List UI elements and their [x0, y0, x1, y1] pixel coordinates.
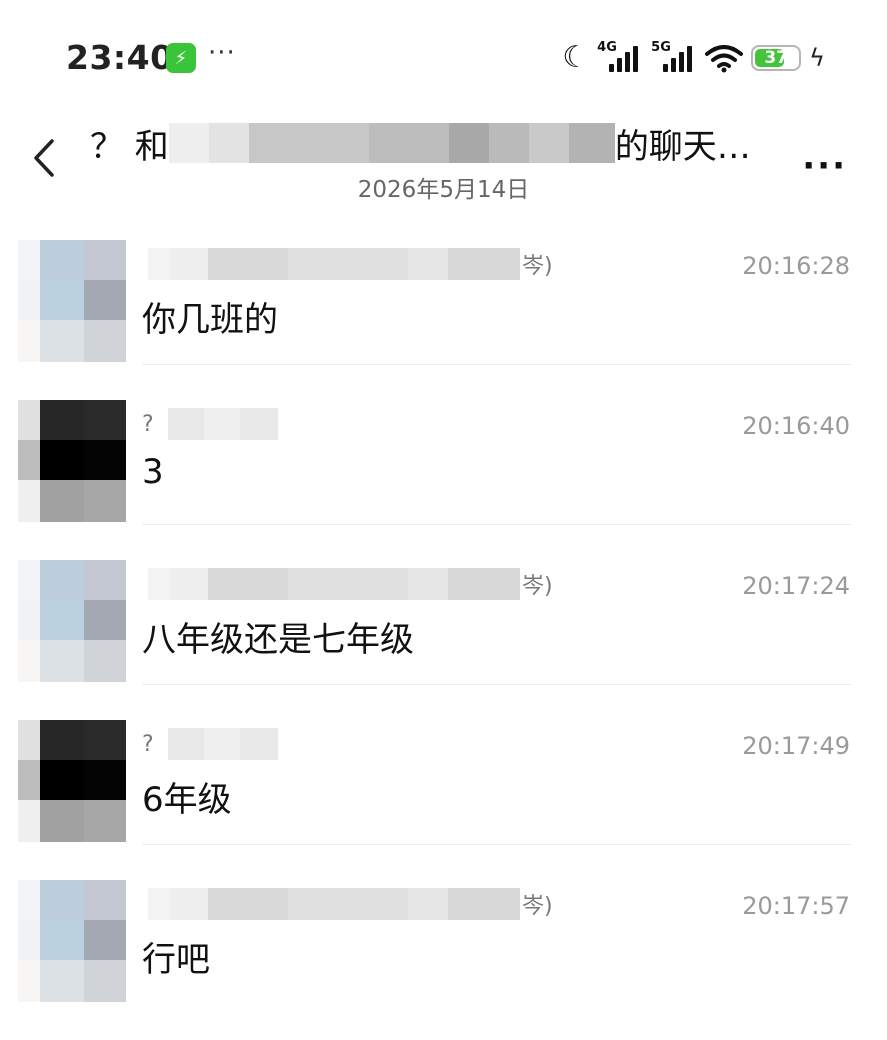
message-row[interactable]: ? 20:16:40 3 — [0, 400, 887, 560]
message-text[interactable]: 6年级 — [142, 772, 232, 821]
message-timestamp: 20:17:57 — [742, 892, 850, 920]
avatar[interactable] — [18, 880, 126, 1002]
message-row[interactable]: 岑) 20:17:57 行吧 — [0, 880, 887, 1040]
message-timestamp: 20:17:24 — [742, 572, 850, 600]
chat-title: ？ 和 的聊天… — [90, 120, 751, 167]
redacted-name-blur — [168, 123, 615, 163]
redacted-sender-blur — [148, 568, 520, 600]
sender-suffix: 岑) — [522, 574, 553, 599]
divider — [142, 364, 851, 365]
avatar[interactable] — [18, 560, 126, 682]
more-options-icon[interactable]: ··· — [802, 146, 847, 186]
status-more-icon: ··· — [208, 38, 236, 68]
charging-app-icon: ⚡ — [166, 43, 196, 73]
message-text[interactable]: 八年级还是七年级 — [142, 612, 414, 661]
signal-5g-icon: 5G — [651, 40, 697, 74]
message-timestamp: 20:16:28 — [742, 252, 850, 280]
chat-date: 2026年5月14日 — [357, 177, 530, 203]
do-not-disturb-moon-icon: ☾ — [562, 40, 590, 75]
message-timestamp: 20:17:49 — [742, 732, 850, 760]
sender-prefix: ? — [142, 731, 154, 757]
sender-name: ? — [142, 408, 280, 440]
avatar[interactable] — [18, 400, 126, 522]
sender-suffix: 岑) — [522, 894, 553, 919]
sender-name: ? — [142, 728, 280, 760]
message-row[interactable]: 岑) 20:17:24 八年级还是七年级 — [0, 560, 887, 720]
avatar[interactable] — [18, 240, 126, 362]
signal-4g-icon: 4G — [597, 40, 643, 74]
battery-icon: 37 — [751, 45, 802, 71]
redacted-sender-blur — [148, 888, 520, 920]
avatar[interactable] — [18, 720, 126, 842]
status-time: 23:40 — [66, 38, 174, 77]
redacted-sender-blur — [148, 248, 520, 280]
message-timestamp: 20:16:40 — [742, 412, 850, 440]
divider — [142, 844, 851, 845]
redacted-sender-blur — [167, 408, 278, 440]
sender-prefix: ? — [142, 411, 154, 437]
system-icons: ☾ 4G 5G 37 ϟ — [562, 40, 825, 76]
charging-bolt-icon: ϟ — [809, 44, 825, 72]
sender-suffix: 岑) — [522, 254, 553, 279]
message-row[interactable]: 岑) 20:16:28 你几班的 — [0, 240, 887, 400]
redacted-sender-blur — [167, 728, 278, 760]
sender-name: 岑) — [142, 248, 553, 280]
message-row[interactable]: ? 20:17:49 6年级 — [0, 720, 887, 880]
wifi-icon — [705, 45, 744, 73]
sender-name: 岑) — [142, 888, 553, 920]
message-text[interactable]: 你几班的 — [142, 292, 278, 341]
sender-name: 岑) — [142, 568, 553, 600]
divider — [142, 684, 851, 685]
title-suffix: 的聊天… — [614, 126, 751, 167]
status-bar: 23:40 ⚡ ··· ☾ 4G 5G 37 ϟ — [0, 0, 887, 110]
message-text[interactable]: 行吧 — [142, 932, 210, 981]
message-text[interactable]: 3 — [142, 452, 164, 492]
title-prefix: ？ 和 — [90, 126, 169, 167]
divider — [142, 524, 851, 525]
